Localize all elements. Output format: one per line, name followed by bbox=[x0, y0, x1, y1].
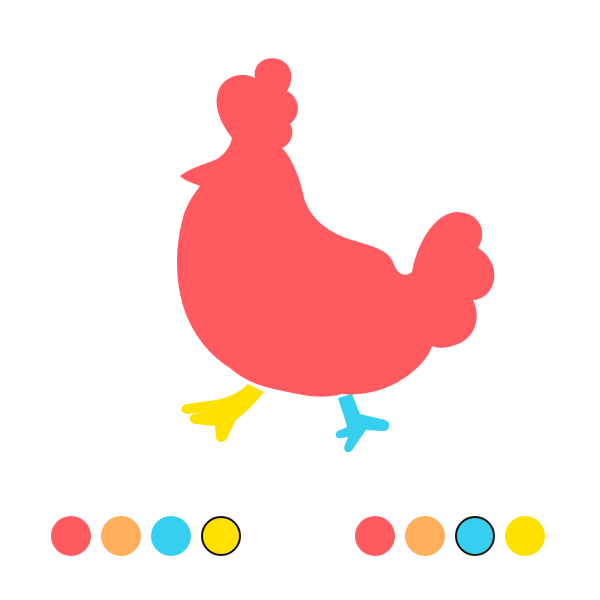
front-leg-color-swatch-1[interactable] bbox=[51, 516, 91, 556]
back-leg-color-swatch-2[interactable] bbox=[405, 516, 445, 556]
front-leg-color-palette bbox=[51, 515, 251, 557]
coloring-canvas bbox=[177, 58, 495, 453]
back-leg-color-swatch-1[interactable] bbox=[355, 516, 395, 556]
front-leg-region[interactable] bbox=[181, 384, 264, 442]
front-leg-color-swatch-4[interactable] bbox=[201, 516, 241, 556]
back-leg-color-swatch-4[interactable] bbox=[505, 516, 545, 556]
back-leg-color-palette bbox=[355, 515, 555, 557]
back-leg-color-swatch-3[interactable] bbox=[455, 516, 495, 556]
chicken-body-region[interactable] bbox=[177, 58, 495, 397]
front-leg-color-swatch-2[interactable] bbox=[101, 516, 141, 556]
front-leg-color-swatch-3[interactable] bbox=[151, 516, 191, 556]
back-leg-region[interactable] bbox=[335, 394, 390, 453]
